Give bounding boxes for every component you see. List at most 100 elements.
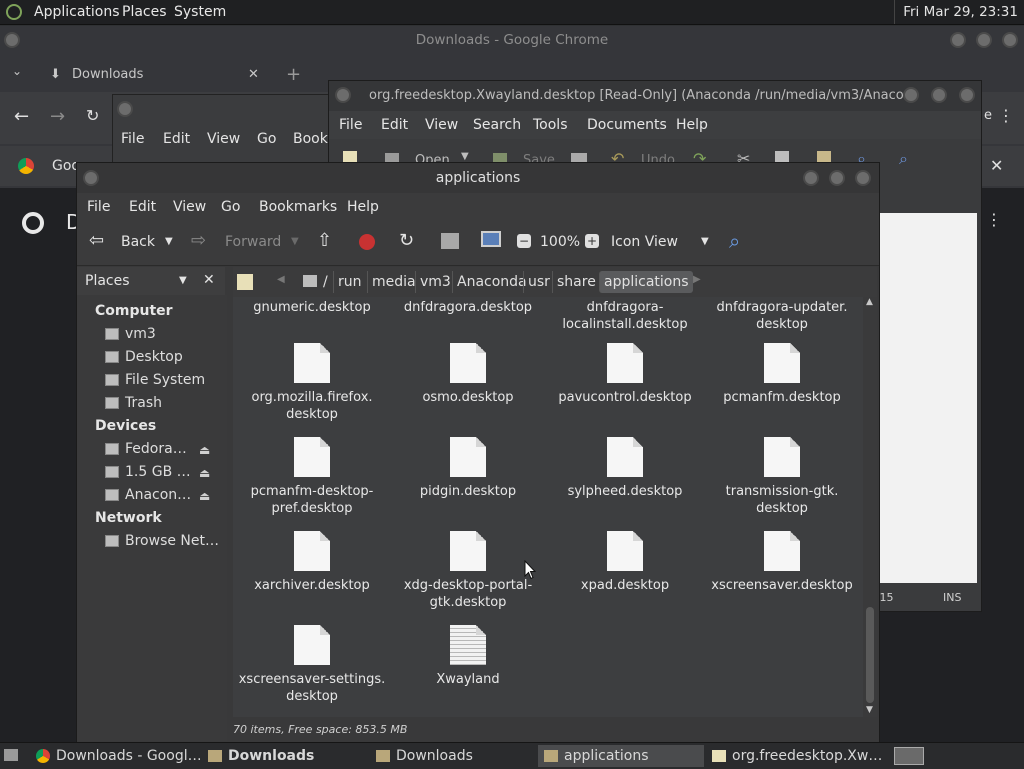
crumb-vm3[interactable]: vm3 bbox=[415, 271, 455, 293]
file-item[interactable]: pavucontrol.desktop bbox=[550, 343, 700, 406]
menu-applications[interactable]: Applications bbox=[34, 4, 120, 20]
show-desktop-icon[interactable] bbox=[4, 749, 18, 761]
file-item[interactable]: pcmanfm-desktop-pref.desktop bbox=[237, 437, 387, 517]
file-item[interactable]: xdg-desktop-portal-gtk.desktop bbox=[393, 531, 543, 611]
file-item[interactable]: xscreensaver.desktop bbox=[707, 531, 857, 594]
page-kebab-icon[interactable]: ⋮ bbox=[986, 210, 1002, 229]
file-item[interactable]: transmission-gtk. desktop bbox=[707, 437, 857, 517]
app-menu-go[interactable]: Go bbox=[221, 199, 240, 215]
forward-button[interactable]: Forward bbox=[225, 234, 281, 250]
file-item[interactable]: xarchiver.desktop bbox=[237, 531, 387, 594]
file-item[interactable]: sylpheed.desktop bbox=[550, 437, 700, 500]
gedit-maximize-button[interactable] bbox=[931, 87, 947, 103]
zoom-in-icon[interactable]: + bbox=[585, 234, 599, 248]
gedit-menu-button[interactable] bbox=[335, 87, 351, 103]
downloads-close-icon[interactable]: ✕ bbox=[990, 156, 1003, 175]
app-menu-edit[interactable]: Edit bbox=[129, 199, 156, 215]
crumb-applications[interactable]: applications bbox=[599, 271, 693, 293]
reload-icon[interactable]: ↻ bbox=[399, 230, 414, 251]
app-minimize-button[interactable] bbox=[803, 170, 819, 186]
view-mode-dropdown-icon[interactable]: ▼ bbox=[701, 236, 709, 247]
app-menu-help[interactable]: Help bbox=[347, 199, 379, 215]
task-downloads-1[interactable]: Downloads bbox=[202, 745, 366, 767]
file-item[interactable]: osmo.desktop bbox=[393, 343, 543, 406]
gedit-menu-edit[interactable]: Edit bbox=[381, 117, 408, 133]
gedit-menu-help[interactable]: Help bbox=[676, 117, 708, 133]
file-item[interactable]: gnumeric.desktop bbox=[237, 299, 387, 316]
path-scroll-right-icon[interactable]: ▶ bbox=[693, 274, 701, 285]
eject-fedora-icon[interactable]: ⏏ bbox=[199, 443, 210, 457]
app-maximize-button[interactable] bbox=[829, 170, 845, 186]
sidebar-item-anaconda[interactable]: Anacon… bbox=[105, 487, 191, 503]
eject-1-5gb-icon[interactable]: ⏏ bbox=[199, 466, 210, 480]
menu-places[interactable]: Places bbox=[122, 4, 167, 20]
gedit-minimize-button[interactable] bbox=[903, 87, 919, 103]
fm-back-menu-file[interactable]: File bbox=[121, 131, 144, 147]
computer-icon[interactable] bbox=[481, 231, 501, 247]
file-item[interactable]: dnfdragora-updater. desktop bbox=[707, 299, 857, 333]
reload-icon[interactable]: ↻ bbox=[86, 106, 99, 125]
eject-anaconda-icon[interactable]: ⏏ bbox=[199, 489, 210, 503]
crumb-anaconda[interactable]: Anaconda bbox=[452, 271, 531, 293]
fm-back-menu-button[interactable] bbox=[117, 101, 133, 117]
chrome-kebab-menu-icon[interactable]: ⋮ bbox=[998, 106, 1014, 125]
vertical-scrollbar[interactable]: ▲ ▼ bbox=[863, 297, 877, 717]
file-item[interactable]: org.mozilla.firefox. desktop bbox=[237, 343, 387, 423]
app-menu-file[interactable]: File bbox=[87, 199, 110, 215]
fm-back-menu-view[interactable]: View bbox=[207, 131, 240, 147]
task-chrome-downloads[interactable]: Downloads - Googl… bbox=[30, 745, 200, 767]
sidebar-item-1-5gb[interactable]: 1.5 GB … bbox=[105, 464, 191, 480]
sidebar-item-file-system[interactable]: File System bbox=[105, 372, 205, 388]
new-tab-icon[interactable]: + bbox=[286, 64, 301, 85]
path-scroll-left-icon[interactable]: ◀ bbox=[277, 274, 285, 285]
gedit-menu-file[interactable]: File bbox=[339, 117, 362, 133]
file-item[interactable]: dnfdragora-localinstall.desktop bbox=[550, 299, 700, 333]
crumb-media[interactable]: media bbox=[367, 271, 420, 293]
file-item[interactable]: xpad.desktop bbox=[550, 531, 700, 594]
sidebar-item-fedora[interactable]: Fedora… bbox=[105, 441, 187, 457]
gedit-menu-view[interactable]: View bbox=[425, 117, 458, 133]
chrome-minimize-button[interactable] bbox=[950, 32, 966, 48]
scroll-up-icon[interactable]: ▲ bbox=[866, 297, 873, 307]
chrome-tab-downloads[interactable]: ⬇ Downloads ✕ bbox=[40, 60, 270, 90]
location-edit-icon[interactable] bbox=[237, 274, 253, 290]
sidebar-item-vm3[interactable]: vm3 bbox=[105, 326, 156, 342]
zoom-out-icon[interactable]: − bbox=[517, 234, 531, 248]
scrollbar-thumb[interactable] bbox=[866, 607, 874, 703]
crumb-share[interactable]: share bbox=[552, 271, 600, 293]
replace-icon[interactable]: ⌕ bbox=[899, 149, 908, 169]
task-applications[interactable]: applications bbox=[538, 745, 704, 767]
gedit-menu-search[interactable]: Search bbox=[473, 117, 521, 133]
sidebar-selector-dropdown-icon[interactable]: ▼ bbox=[179, 275, 187, 286]
fm-back-menu-edit[interactable]: Edit bbox=[163, 131, 190, 147]
stop-icon[interactable] bbox=[359, 234, 375, 250]
workspace-switcher-icon[interactable] bbox=[894, 747, 924, 765]
sidebar-selector[interactable]: Places ▼ ✕ bbox=[77, 267, 225, 295]
back-icon[interactable]: ⇦ bbox=[89, 230, 104, 251]
gedit-close-button[interactable] bbox=[959, 87, 975, 103]
tab-list-chevron-icon[interactable]: ⌄ bbox=[12, 64, 22, 78]
chrome-menu-button[interactable] bbox=[4, 32, 20, 48]
file-item[interactable]: dnfdragora.desktop bbox=[393, 299, 543, 316]
view-mode-select[interactable]: Icon View bbox=[611, 234, 678, 250]
crumb-run[interactable]: run bbox=[333, 271, 366, 293]
sidebar-item-browse-network[interactable]: Browse Net… bbox=[105, 533, 219, 549]
distro-logo-icon[interactable] bbox=[6, 4, 22, 20]
search-icon[interactable]: ⌕ bbox=[729, 229, 740, 253]
back-arrow-icon[interactable]: ← bbox=[14, 106, 29, 127]
clock[interactable]: Fri Mar 29, 23:31 bbox=[894, 0, 1024, 24]
forward-arrow-icon[interactable]: → bbox=[50, 106, 65, 127]
up-icon[interactable]: ⇧ bbox=[317, 230, 332, 251]
sidebar-item-trash[interactable]: Trash bbox=[105, 395, 162, 411]
crumb-usr[interactable]: usr bbox=[523, 271, 554, 293]
task-gedit[interactable]: org.freedesktop.Xw… bbox=[706, 745, 882, 767]
open-dropdown-icon[interactable]: ▼ bbox=[461, 151, 469, 162]
file-item[interactable]: pidgin.desktop bbox=[393, 437, 543, 500]
chrome-close-button[interactable] bbox=[1002, 32, 1018, 48]
file-item[interactable]: Xwayland bbox=[393, 625, 543, 688]
gedit-menu-documents[interactable]: Documents bbox=[587, 117, 667, 133]
back-button[interactable]: Back bbox=[121, 234, 155, 250]
insert-mode[interactable]: INS bbox=[943, 591, 961, 604]
file-item[interactable]: xscreensaver-settings. desktop bbox=[237, 625, 387, 705]
fm-back-menu-go[interactable]: Go bbox=[257, 131, 276, 147]
